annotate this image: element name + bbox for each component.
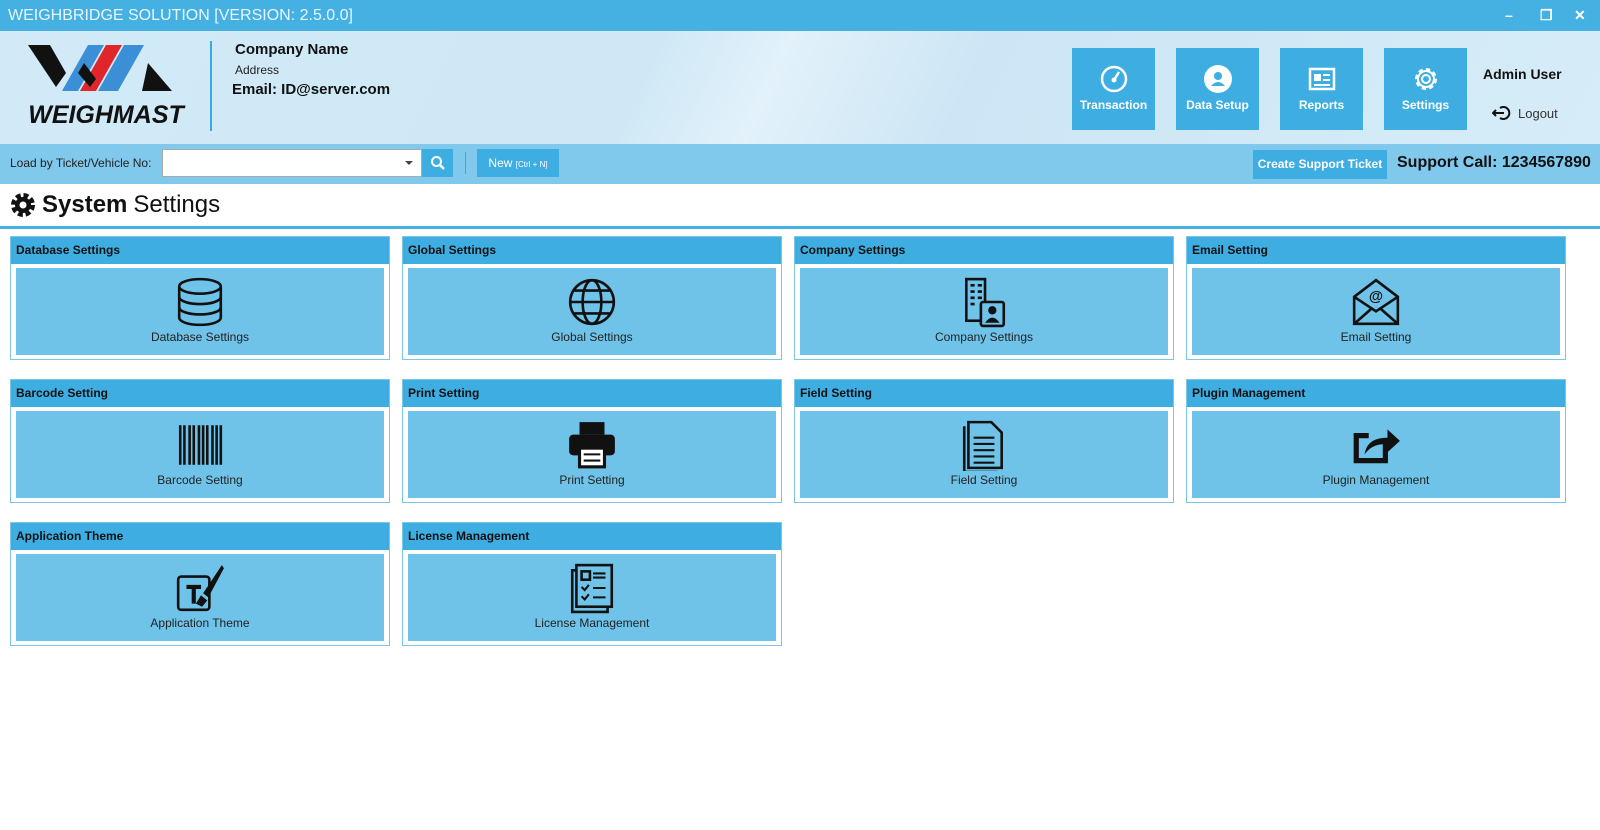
- settings-card-application-theme[interactable]: Application Theme Application Theme: [10, 522, 390, 646]
- page-title: System Settings: [10, 191, 220, 219]
- barcode-icon: [178, 425, 223, 465]
- share-icon: [1353, 429, 1400, 464]
- close-button[interactable]: ✕: [1574, 0, 1586, 31]
- window-title: WEIGHBRIDGE SOLUTION [VERSION: 2.5.0.0]: [8, 7, 353, 24]
- user-name: Admin User: [1483, 66, 1562, 82]
- card-label: Application Theme: [150, 616, 250, 630]
- card-label: License Management: [534, 616, 650, 630]
- printer-icon: [569, 422, 615, 469]
- toolbar-divider: [465, 152, 466, 174]
- title-bar: WEIGHBRIDGE SOLUTION [VERSION: 2.5.0.0]: [0, 0, 1600, 31]
- settings-card-global-settings[interactable]: Global Settings Global Settings: [402, 236, 782, 360]
- card-header: Global Settings: [403, 237, 781, 264]
- newspaper-icon: [1308, 67, 1335, 91]
- card-button[interactable]: Barcode Setting: [16, 411, 384, 498]
- logout-button[interactable]: Logout: [1492, 105, 1558, 121]
- title-underline: [0, 226, 1600, 229]
- settings-card-barcode-setting[interactable]: Barcode Setting Barcode Setting: [10, 379, 390, 503]
- card-label: Field Setting: [950, 473, 1018, 487]
- ticket-vehicle-input[interactable]: [162, 149, 422, 177]
- svg-text:@: @: [1369, 289, 1383, 305]
- document-icon: [962, 420, 1003, 471]
- restore-button[interactable]: ❐: [1540, 0, 1553, 31]
- new-button[interactable]: New [Ctrl + N]: [477, 149, 559, 177]
- card-header: Print Setting: [403, 380, 781, 407]
- card-label: Global Settings: [551, 330, 633, 344]
- nav-settings[interactable]: Settings: [1384, 48, 1467, 130]
- page-title-rest: Settings: [133, 191, 221, 218]
- card-header: Application Theme: [11, 523, 389, 550]
- email-icon: @: [1352, 278, 1400, 326]
- settings-card-company-settings[interactable]: Company Settings Company Settings: [794, 236, 1174, 360]
- card-header: Database Settings: [11, 237, 389, 264]
- license-icon: [570, 563, 614, 614]
- card-button[interactable]: Field Setting: [800, 411, 1168, 498]
- nav-reports[interactable]: Reports: [1280, 48, 1363, 130]
- search-button[interactable]: [422, 149, 453, 177]
- card-button[interactable]: Print Setting: [408, 411, 776, 498]
- load-label: Load by Ticket/Vehicle No:: [10, 156, 152, 170]
- nav-label: Settings: [1401, 98, 1450, 112]
- settings-card-field-setting[interactable]: Field Setting Field Setting: [794, 379, 1174, 503]
- nav-label: Transaction: [1079, 98, 1148, 112]
- logout-icon: [1492, 106, 1511, 120]
- gear-icon: [1414, 68, 1437, 90]
- header: WEIGHMAST Company Name Address Email: ID…: [0, 31, 1600, 144]
- card-button[interactable]: Global Settings: [408, 268, 776, 355]
- card-button[interactable]: Plugin Management: [1192, 411, 1560, 498]
- support-call: Support Call: 1234567890: [1397, 154, 1591, 171]
- weighmast-logo: WEIGHMAST: [28, 45, 186, 128]
- settings-card-email-setting[interactable]: Email Setting @ Email Setting: [1186, 236, 1566, 360]
- card-label: Database Settings: [150, 330, 250, 344]
- svg-text:WEIGHMAST: WEIGHMAST: [28, 101, 186, 128]
- card-header: Field Setting: [795, 380, 1173, 407]
- card-button[interactable]: Company Settings: [800, 268, 1168, 355]
- card-label: Print Setting: [559, 473, 625, 487]
- card-label: Barcode Setting: [157, 473, 243, 487]
- minimize-button[interactable]: –: [1505, 0, 1513, 31]
- header-divider: [210, 41, 212, 131]
- settings-card-print-setting[interactable]: Print Setting Print Setting: [402, 379, 782, 503]
- globe-icon: [568, 278, 616, 326]
- card-header: Email Setting: [1187, 237, 1565, 264]
- card-label: Email Setting: [1340, 330, 1412, 344]
- user-icon: [1203, 65, 1232, 93]
- card-button[interactable]: License Management: [408, 554, 776, 641]
- card-header: Company Settings: [795, 237, 1173, 264]
- company-name: Company Name: [235, 41, 349, 58]
- nav-label: Reports: [1298, 98, 1345, 112]
- logout-label: Logout: [1518, 105, 1558, 121]
- nav-transaction[interactable]: Transaction: [1072, 48, 1155, 130]
- nav-label: Data Setup: [1186, 98, 1249, 112]
- card-header: Barcode Setting: [11, 380, 389, 407]
- company-email: Email: ID@server.com: [232, 81, 391, 98]
- create-support-ticket-button[interactable]: Create Support Ticket: [1253, 150, 1387, 179]
- company-icon: [965, 277, 1006, 328]
- settings-card-database-settings[interactable]: Database Settings Database Settings: [10, 236, 390, 360]
- card-header: Plugin Management: [1187, 380, 1565, 407]
- card-label: Company Settings: [934, 330, 1034, 344]
- chevron-down-icon[interactable]: [405, 161, 413, 165]
- new-label: New: [488, 156, 513, 170]
- card-button[interactable]: Database Settings: [16, 268, 384, 355]
- company-address: Address: [235, 63, 280, 77]
- card-label: Plugin Management: [1322, 473, 1430, 487]
- search-icon: [430, 156, 445, 170]
- card-header: License Management: [403, 523, 781, 550]
- settings-card-license-management[interactable]: License Management License Management: [402, 522, 782, 646]
- page-title-bold: System: [42, 191, 128, 218]
- settings-card-plugin-management[interactable]: Plugin Management Plugin Management: [1186, 379, 1566, 503]
- card-button[interactable]: Application Theme: [16, 554, 384, 641]
- toolbar: Load by Ticket/Vehicle No: New [Ctrl + N…: [0, 144, 1600, 184]
- database-icon: [177, 277, 223, 327]
- theme-icon: [176, 565, 224, 612]
- gear-icon: [11, 193, 35, 217]
- new-shortcut: [Ctrl + N]: [515, 160, 548, 169]
- nav-data-setup[interactable]: Data Setup: [1176, 48, 1259, 130]
- card-button[interactable]: @ Email Setting: [1192, 268, 1560, 355]
- speedometer-icon: [1100, 65, 1127, 93]
